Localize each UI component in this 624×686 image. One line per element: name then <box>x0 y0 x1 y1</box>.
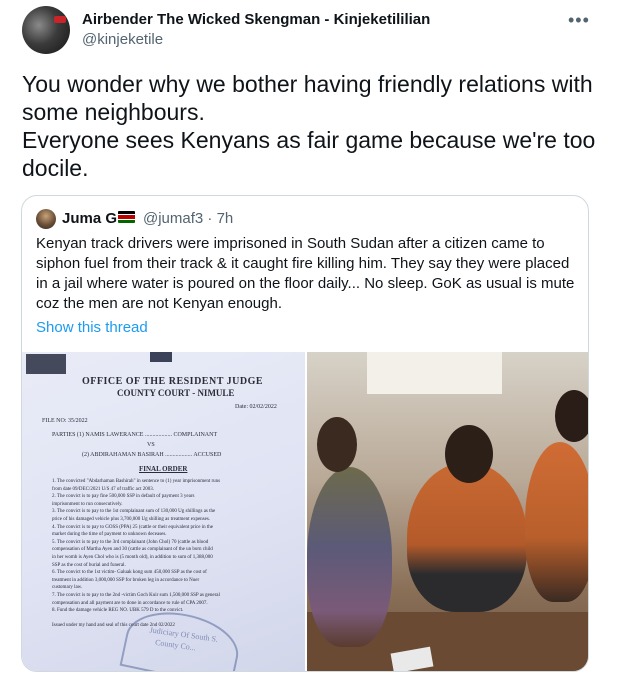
person-3-head <box>555 390 588 442</box>
person-2 <box>407 462 527 612</box>
quoted-handle-text: @jumaf3 <box>143 210 204 227</box>
kenya-flag-icon <box>118 211 135 223</box>
show-thread-link[interactable]: Show this thread <box>36 319 148 336</box>
person-1 <box>307 467 392 647</box>
doc-party1: PARTIES (1) NAMIS LAWERANCE ............… <box>52 432 218 438</box>
doc-line: 2. The convict is to pay fine 500,000 SS… <box>52 494 195 500</box>
quoted-tweet-text: Kenyan track drivers were imprisoned in … <box>36 235 575 312</box>
photo-window <box>367 352 502 394</box>
quoted-author-name: Juma G <box>62 210 118 227</box>
quoted-time: · 7h <box>207 210 234 227</box>
tweet: Airbender The Wicked Skengman - Kinjeket… <box>0 0 624 686</box>
doc-line: 7. The convict is to pay to the 2nd -vic… <box>52 592 220 598</box>
tweet-text: You wonder why we bother having friendly… <box>22 70 602 182</box>
doc-party2: (2) ABDIRAHAMAN BASIRAH ................… <box>82 452 222 458</box>
doc-line: in her womb is Ayen Chol who is (5 month… <box>52 554 213 560</box>
doc-line: 1. The convicted "Abdarhaman Bashirah" i… <box>52 479 221 484</box>
more-horizontal-icon[interactable]: ••• <box>568 10 590 31</box>
flag-seal <box>26 354 66 374</box>
author-avatar[interactable] <box>22 6 70 54</box>
person-1-head <box>317 417 357 472</box>
author-name[interactable]: Airbender The Wicked Skengman - Kinjeket… <box>82 11 430 28</box>
doc-final-order: FINAL ORDER <box>139 465 188 473</box>
person-2-head <box>445 425 493 483</box>
doc-line: compensation and all payment are to done… <box>52 600 208 606</box>
doc-court: COUNTY COURT - NIMULE <box>117 388 235 398</box>
emblem <box>150 352 172 362</box>
quoted-author-avatar <box>36 209 56 229</box>
court-order-document: OFFICE OF THE RESIDENT JUDGE COUNTY COUR… <box>22 352 305 671</box>
person-3 <box>525 442 588 602</box>
doc-line: 5. The convict is to pay to the 3rd comp… <box>52 539 209 545</box>
doc-file-no: FILE NO: 35/2022 <box>42 418 88 424</box>
doc-vs: VS <box>147 442 155 448</box>
tweet-text-line: Everyone sees Kenyans as fair game becau… <box>22 127 596 181</box>
doc-line: 3. The convict is to pay to the 1st comp… <box>52 509 216 515</box>
doc-body: 1. The convicted "Abdarhaman Bashirah" i… <box>52 478 302 630</box>
jail-photo[interactable] <box>307 352 588 671</box>
doc-line: treatment in addition 3,000,000 SSP for … <box>52 577 200 583</box>
doc-line: market during the time of payment to unk… <box>52 532 167 538</box>
author-handle[interactable]: @kinjeketile <box>82 31 163 48</box>
doc-line: 4. The convict is to pay to GOSS (PPA) 2… <box>52 524 213 530</box>
court-order-image[interactable]: OFFICE OF THE RESIDENT JUDGE COUNTY COUR… <box>22 352 305 671</box>
doc-office: OFFICE OF THE RESIDENT JUDGE <box>82 376 264 387</box>
tweet-text-line: You wonder why we bother having friendly… <box>22 71 593 125</box>
doc-line: price of his damaged vehicle plus 3,700,… <box>52 516 211 522</box>
doc-line: imprisonment to run consecutively. <box>52 501 123 507</box>
doc-date: Date: 02/02/2022 <box>235 404 277 410</box>
doc-line: customary law. <box>52 585 83 591</box>
quoted-tweet[interactable]: Juma G @jumaf3 · 7h Kenyan track drivers… <box>21 195 589 672</box>
doc-line: from date 09/DEC/2021 U/S 47 of traffic … <box>52 486 154 492</box>
doc-line: SSP as the cost of burial and funeral. <box>52 562 126 568</box>
doc-line: 6. The convict to the 1st victim- Galuak… <box>52 570 207 576</box>
doc-line: compensation of Martha Ayen and 30 (catt… <box>52 547 213 553</box>
quoted-author-handle: @jumaf3 · 7h <box>143 210 233 227</box>
